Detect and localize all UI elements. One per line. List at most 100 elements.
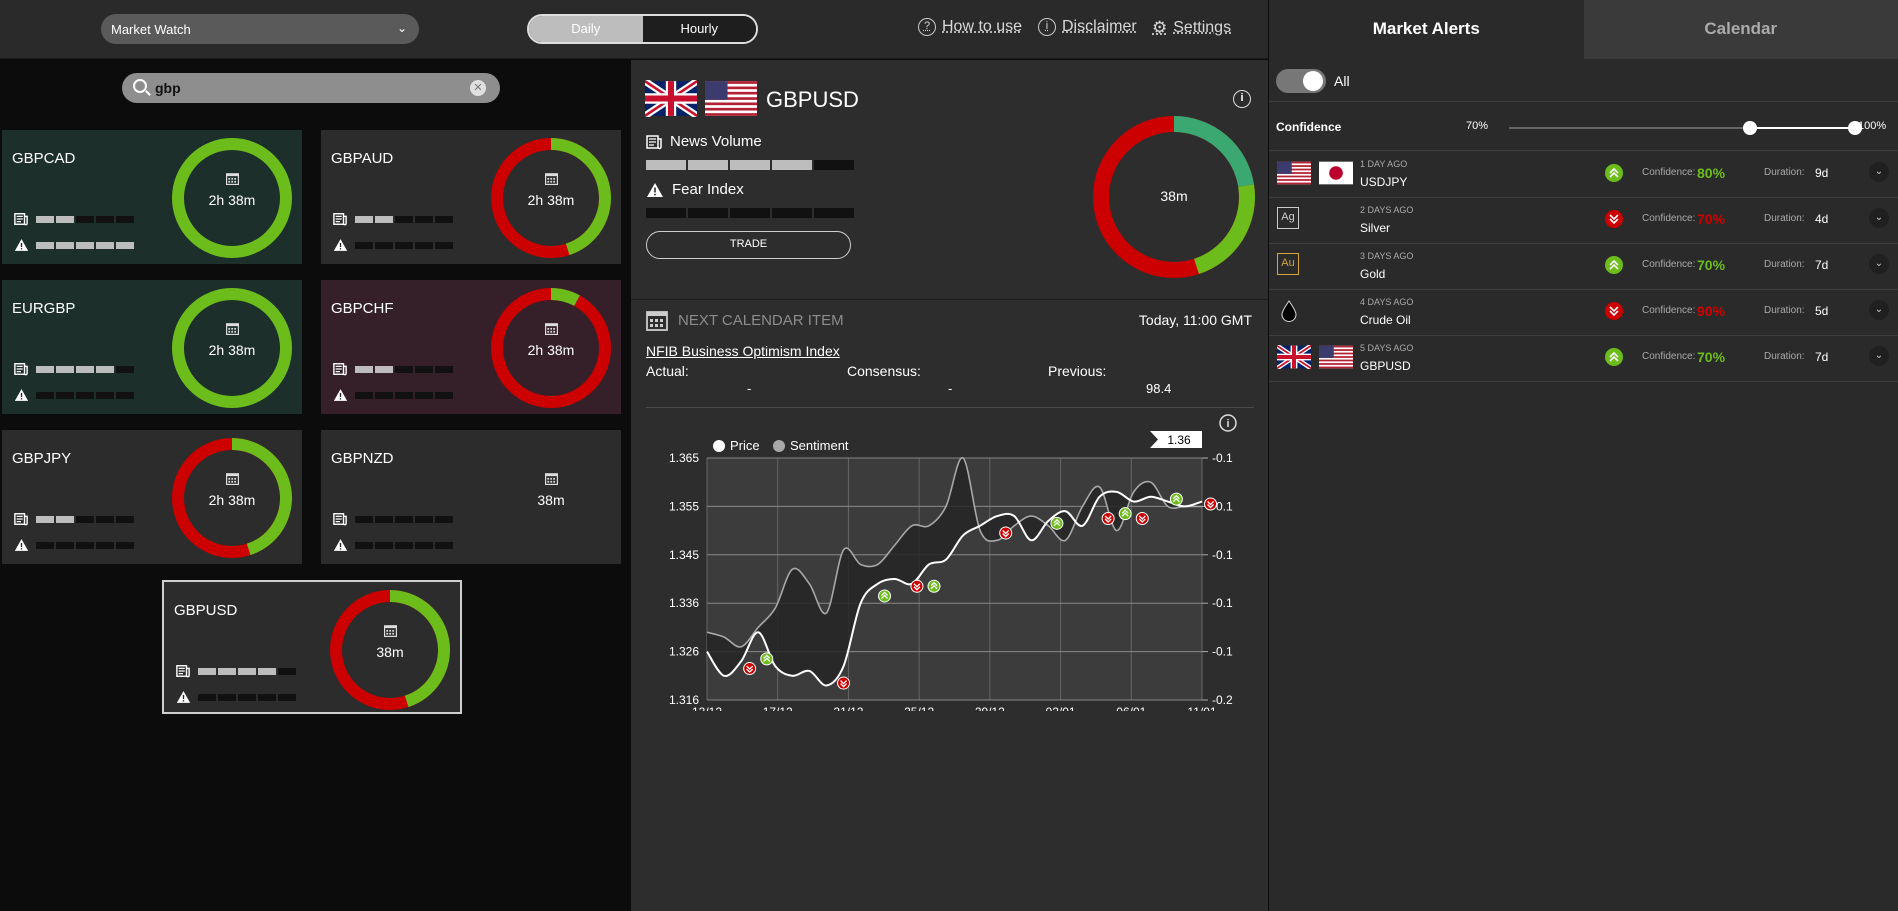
duration-label: Duration: [1764,305,1805,316]
level-bar [355,365,373,373]
tile-gbpusd[interactable]: GBPUSD 38m [162,580,462,714]
duration-label: Duration: [1764,167,1805,178]
level-bar [56,215,74,223]
y-tick-label-right: -0.2 [1212,693,1233,707]
level-bar [56,391,74,399]
market-watch-select[interactable]: Market Watch ⌄ [101,14,419,44]
confidence-label: Confidence: [1642,351,1696,362]
level-bar [355,391,373,399]
warning-icon [14,388,29,402]
alert-row[interactable]: Ag 2 DAYS AGO Silver Confidence: 70% Duration… [1269,198,1898,244]
all-toggle[interactable] [1276,69,1326,93]
search-icon [133,79,147,93]
level-bar [278,693,296,701]
tab-calendar[interactable]: Calendar [1583,0,1898,59]
calendar-item-link[interactable]: NFIB Business Optimism Index [646,343,840,359]
alert-row[interactable]: 4 DAYS AGO Crude Oil Confidence: 90% Duratio… [1269,290,1898,336]
tile-time: 2h 38m [208,192,256,208]
level-bar [415,215,433,223]
tab-market-alerts[interactable]: Market Alerts [1269,0,1584,59]
alert-symbol: GBPUSD [1360,359,1411,373]
bearish-signal-marker[interactable] [999,526,1013,540]
disclaimer-link[interactable]: i Disclaimer [1038,18,1137,36]
chevron-down-icon[interactable]: ⌄ [1869,300,1889,320]
x-tick-label: 29/12 [975,705,1005,711]
chart-info-icon[interactable]: i [1219,414,1237,432]
confidence-label: Confidence: [1642,259,1696,270]
warning-icon [176,690,191,704]
duration-label: Duration: [1764,351,1805,362]
search-box[interactable]: gbp ✕ [122,73,500,103]
alert-age: 3 DAYS AGO [1360,251,1414,261]
alert-symbol: Crude Oil [1360,313,1411,327]
bullish-signal-marker[interactable] [927,579,941,593]
info-icon[interactable]: i [1233,90,1251,108]
chevron-down-icon[interactable]: ⌄ [1869,346,1889,366]
bullish-signal-marker[interactable] [878,589,892,603]
chevron-down-icon[interactable]: ⌄ [1869,254,1889,274]
divider [646,407,1254,408]
level-bar [116,365,134,373]
tile-gbpcad[interactable]: GBPCAD 2h 38m [2,130,302,264]
level-bar [435,391,453,399]
y-tick-label-right: -0.1 [1212,596,1233,610]
confidence-value: 80% [1697,165,1726,181]
chevron-down-icon[interactable]: ⌄ [1869,208,1889,228]
level-bar [116,391,134,399]
news-volume-metric: News Volume [646,133,762,150]
bullish-signal-marker[interactable] [1169,492,1183,506]
x-tick-label: 02/01 [1046,705,1076,711]
level-bar [395,515,413,523]
tile-gbpchf[interactable]: GBPCHF 2h 38m [321,280,621,414]
tile-eurgbp[interactable]: EURGBP 2h 38m [2,280,302,414]
level-bar [96,241,114,249]
clear-search-icon[interactable]: ✕ [470,80,486,96]
bullish-signal-marker[interactable] [1118,507,1132,521]
consensus-label: Consensus: [847,363,921,379]
newspaper-icon [333,212,347,226]
bearish-signal-marker[interactable] [1135,512,1149,525]
bearish-signal-marker[interactable] [743,662,757,676]
alert-symbol: Gold [1360,267,1386,281]
chevron-down-icon[interactable]: ⌄ [1869,162,1889,182]
settings-link[interactable]: ⚙ Settings [1152,18,1231,38]
level-bar [415,391,433,399]
level-bar [395,241,413,249]
alert-row[interactable]: 1 DAY AGO USDJPY Confidence: 80% Duration: 9d… [1269,152,1898,198]
bullish-signal-marker[interactable] [760,652,774,666]
all-label: All [1334,73,1350,89]
level-bar [772,160,812,170]
warning-icon [333,388,348,402]
chevron-down-icon: ⌄ [396,21,407,35]
actual-label: Actual: [646,363,689,379]
tab-daily[interactable]: Daily [529,16,643,42]
slider-min-handle[interactable] [1743,121,1757,135]
newspaper-icon [14,362,28,376]
warning-icon [14,238,29,252]
level-bar [688,208,728,218]
timeframe-toggle: Daily Hourly [527,14,758,44]
duration-value: 9d [1815,166,1829,180]
question-icon: ? [918,18,936,36]
tile-gbpaud[interactable]: GBPAUD 2h 38m [321,130,621,264]
bearish-signal-marker[interactable] [1204,497,1218,511]
alert-row[interactable]: 5 DAYS AGO GBPUSD Confidence: 70% Duration: 7… [1269,336,1898,382]
how-to-use-link[interactable]: ? How to use [918,18,1022,36]
tile-time: 2h 38m [527,192,575,208]
bearish-signal-marker[interactable] [1101,512,1115,525]
tile-gbpnzd[interactable]: GBPNZD 38m [321,430,621,564]
trade-button[interactable]: TRADE [646,231,851,259]
bullish-signal-marker[interactable] [1050,516,1064,530]
search-input[interactable]: gbp [155,80,181,96]
market-watch-panel: gbp ✕ GBPCAD 2h 38m GBPAUD 2h 38m EURGBP 2h 3… [0,60,630,911]
tile-calendar-icon [330,624,450,640]
tile-gbpjpy[interactable]: GBPJPY 2h 38m [2,430,302,564]
alert-row[interactable]: Au 3 DAYS AGO Gold Confidence: 70% Duration: 7… [1269,244,1898,290]
bearish-signal-marker[interactable] [837,676,851,690]
tab-hourly[interactable]: Hourly [642,16,756,42]
arrow-down-icon [1605,210,1623,228]
level-bar [116,241,134,249]
previous-value: 98.4 [1146,381,1172,396]
level-bar [96,391,114,399]
bearish-signal-marker[interactable] [910,579,924,593]
